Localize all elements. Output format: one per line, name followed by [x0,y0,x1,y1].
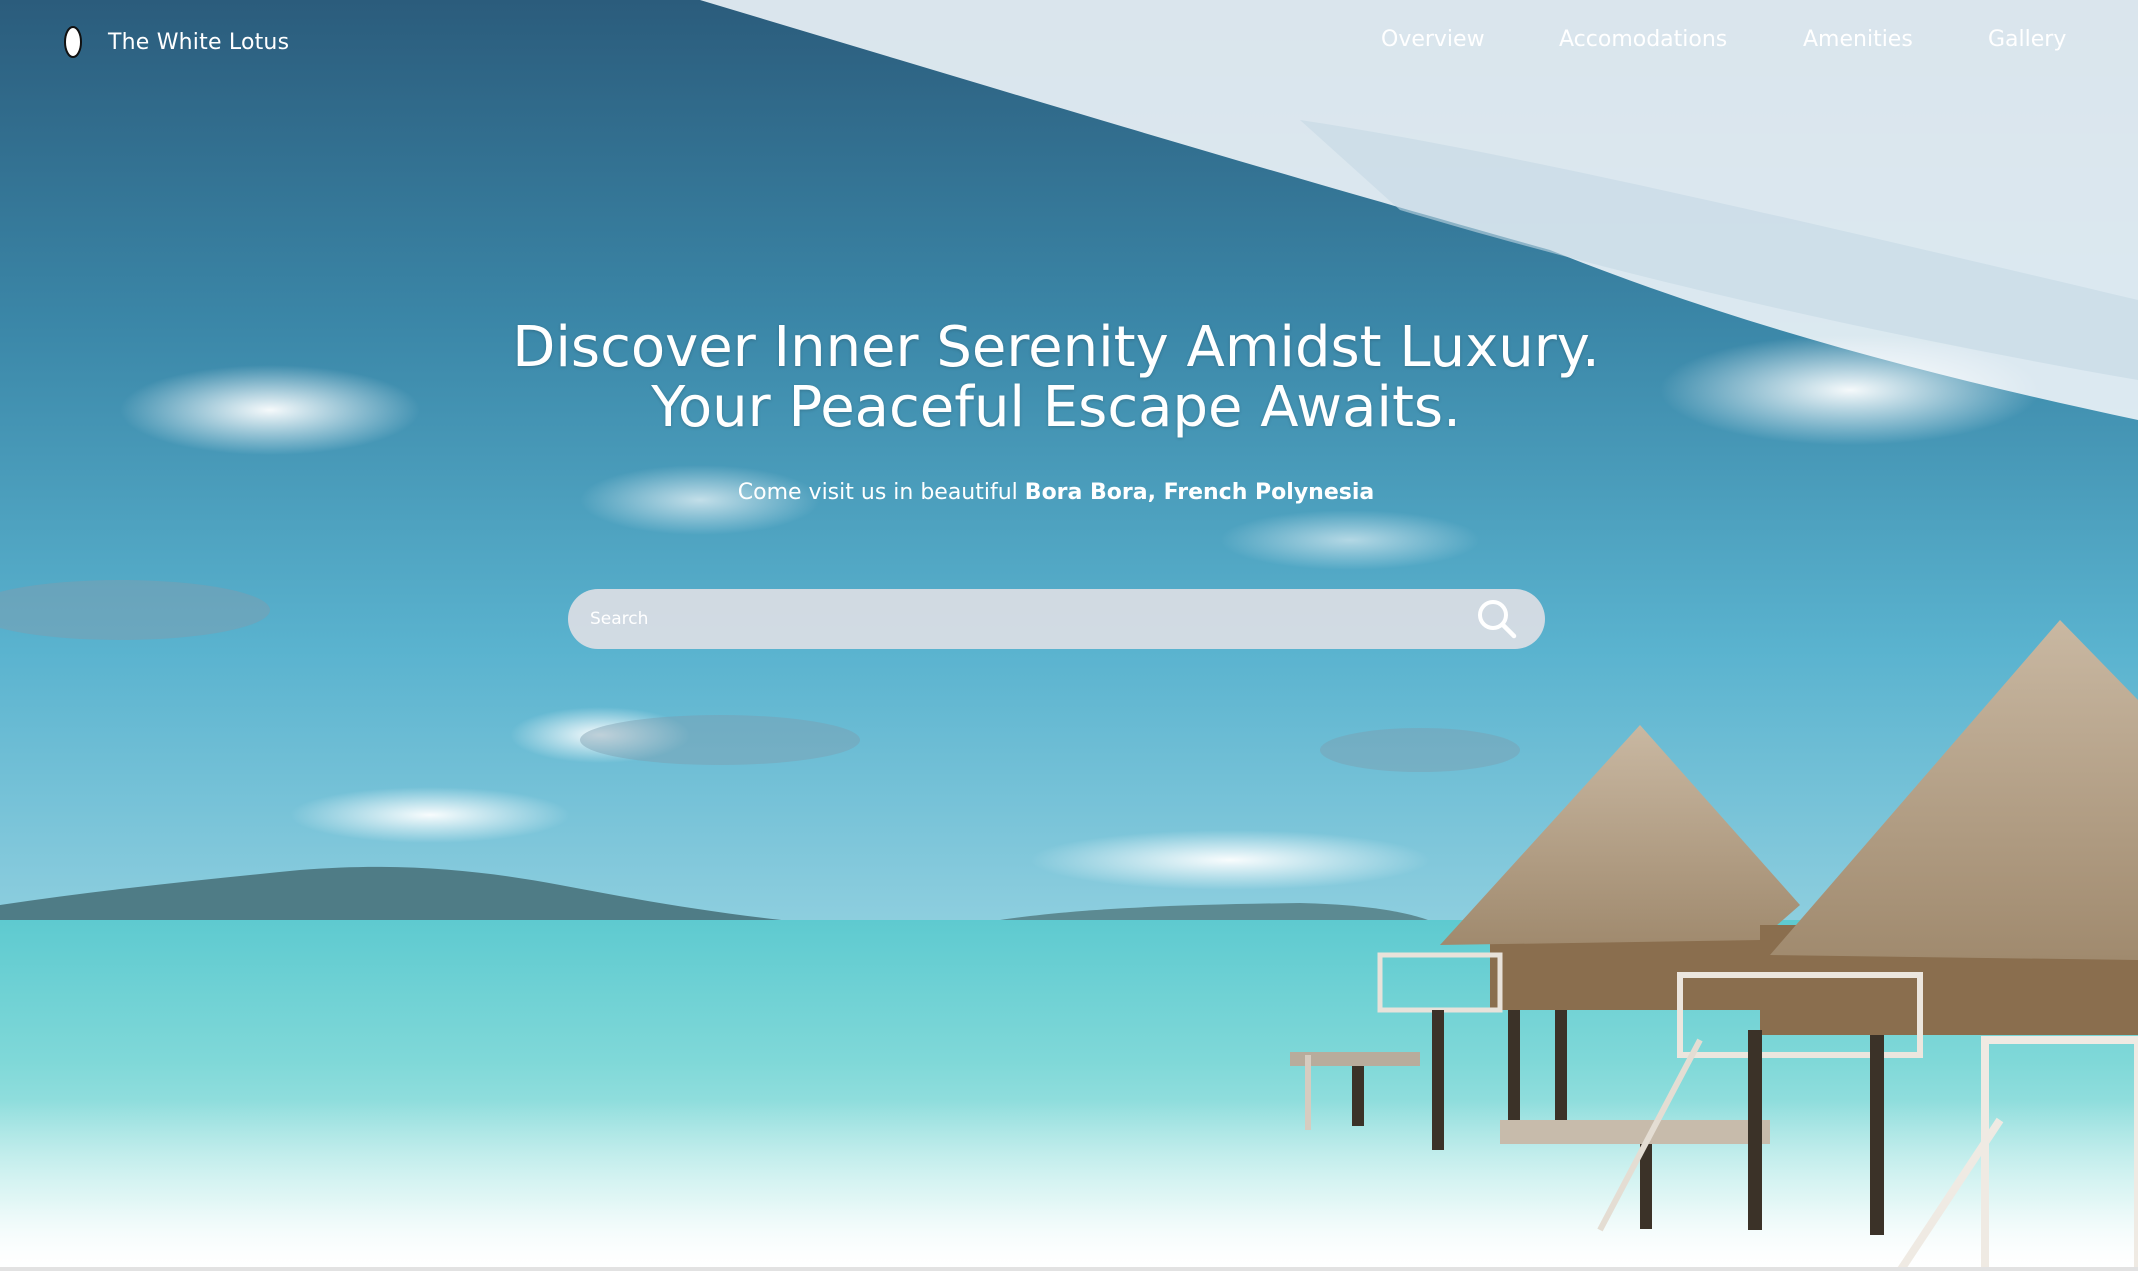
hero-subline: Come visit us in beautiful Bora Bora, Fr… [0,480,2112,505]
brand-name: The White Lotus [108,29,290,55]
nav-link-amenities[interactable]: Amenities [1803,27,1913,52]
hero-subline-location: Bora Bora, French Polynesia [1024,480,1375,505]
hero-bottom-divider [0,1267,2138,1271]
search-input[interactable] [590,589,1450,649]
brand[interactable]: The White Lotus [62,22,289,62]
hero-headline: Discover Inner Serenity Amidst Luxury. Y… [0,318,2112,438]
top-navigation-bar: The White Lotus Overview Accomodations A… [0,0,2138,86]
nav-link-overview[interactable]: Overview [1381,27,1485,52]
search-bar [568,589,1545,649]
hero-subline-prefix: Come visit us in beautiful [737,480,1018,505]
hero-headline-line-2: Your Peaceful Escape Awaits. [651,375,1461,440]
hero-headline-line-1: Discover Inner Serenity Amidst Luxury. [512,315,1600,380]
lotus-seed-icon [64,26,82,58]
nav-link-gallery[interactable]: Gallery [1988,27,2066,52]
nav-link-accomodations[interactable]: Accomodations [1559,27,1727,52]
search-icon[interactable] [1474,596,1520,642]
hero-section: The White Lotus Overview Accomodations A… [0,0,2138,1271]
